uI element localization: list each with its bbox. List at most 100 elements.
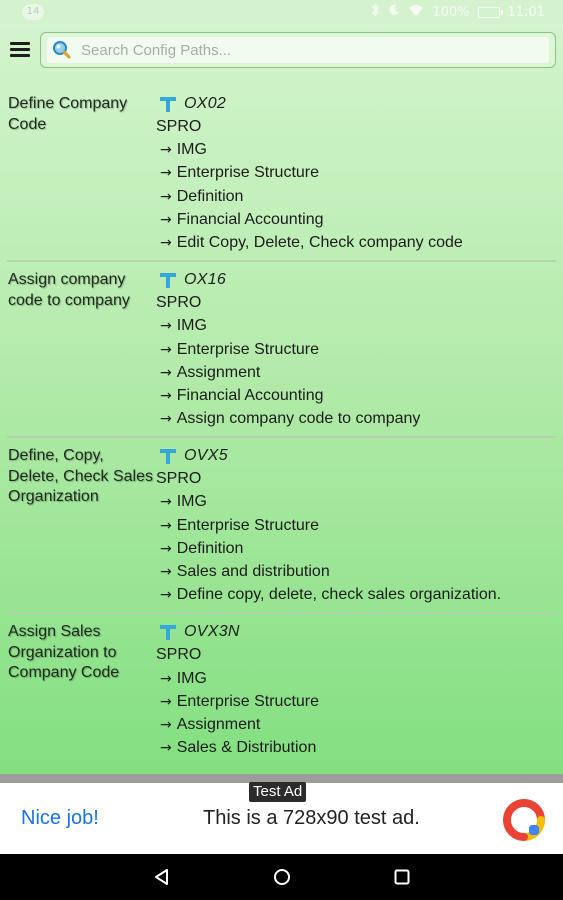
- config-entry[interactable]: Define, Copy, Delete, Check Sales Organi…: [0, 444, 563, 606]
- path-step-label: Enterprise Structure: [176, 164, 320, 182]
- path-step-label: Edit Copy, Delete, Check company code: [176, 233, 463, 251]
- path-step-label: Assignment: [176, 715, 261, 733]
- arrow-right-icon: →: [160, 234, 172, 251]
- search-bar: [40, 32, 556, 68]
- path-step-label: Definition: [176, 539, 244, 557]
- entry-title: Define Company Code: [8, 95, 128, 133]
- arrow-right-icon: →: [160, 740, 172, 757]
- bluetooth-icon: [370, 3, 380, 21]
- arrow-right-icon: →: [160, 188, 172, 205]
- path-step-label: Enterprise Structure: [176, 692, 320, 710]
- path-root: SPRO: [156, 118, 202, 135]
- transaction-code[interactable]: OX16: [184, 271, 226, 289]
- arrow-right-icon: →: [160, 411, 172, 428]
- path-step-label: IMG: [176, 669, 207, 687]
- arrow-right-icon: →: [160, 540, 172, 557]
- menu-icon[interactable]: [10, 42, 30, 58]
- path-step: → IMG: [156, 138, 563, 161]
- battery-percent: 100%: [432, 4, 470, 20]
- path-step-label: Financial Accounting: [176, 386, 324, 404]
- entry-title: Define, Copy, Delete, Check Sales Organi…: [8, 447, 153, 506]
- entry-divider: [7, 436, 556, 439]
- path-step: → Financial Accounting: [156, 384, 563, 407]
- search-icon: [49, 38, 73, 62]
- status-bar: 14 100% 11:01: [0, 0, 563, 24]
- config-entry[interactable]: Assign Sales Organization to Company Cod…: [0, 620, 563, 759]
- tcode-icon: [160, 96, 176, 112]
- ad-body-text[interactable]: This is a 728x90 test ad.: [203, 807, 420, 830]
- path-step: → Assignment: [156, 713, 563, 736]
- arrow-right-icon: →: [160, 587, 172, 604]
- config-entry[interactable]: Assign company code to company OX16 SPRO → I…: [0, 268, 563, 430]
- entry-detail: OVX5 SPRO → IMG → Enterprise Structure → Defini…: [156, 444, 563, 606]
- entry-title: Assign Sales Organization to Company Cod…: [8, 623, 120, 682]
- ad-banner[interactable]: Test Ad Nice job! This is a 728x90 test …: [0, 774, 563, 854]
- entry-detail: OVX3N SPRO → IMG → Enterprise Structure → Assig…: [156, 620, 563, 759]
- path-step-label: Enterprise Structure: [176, 516, 320, 534]
- entry-detail: OX16 SPRO → IMG → Enterprise Structure → Assign…: [156, 268, 563, 430]
- moon-icon: [388, 4, 400, 20]
- arrow-right-icon: →: [160, 494, 172, 511]
- config-entry[interactable]: Define Company Code OX02 SPRO → IMG → Enterpri…: [0, 92, 563, 254]
- path-step: → Sales & Distribution: [156, 736, 563, 759]
- ad-label: Test Ad: [249, 782, 307, 802]
- search-input[interactable]: [73, 41, 549, 59]
- path-step: → Enterprise Structure: [156, 161, 563, 184]
- path-step-label: Assign company code to company: [176, 410, 421, 428]
- path-step: → Definition: [156, 537, 563, 560]
- ad-logo-icon[interactable]: [503, 799, 545, 841]
- path-step: → Enterprise Structure: [156, 514, 563, 537]
- wifi-icon: [408, 4, 424, 20]
- path-step: → Assignment: [156, 361, 563, 384]
- path-step: → Enterprise Structure: [156, 690, 563, 713]
- path-step-label: IMG: [176, 317, 207, 335]
- clock: 11:01: [507, 4, 545, 20]
- entry-divider: [7, 612, 556, 615]
- path-step: → IMG: [156, 490, 563, 513]
- arrow-right-icon: →: [160, 364, 172, 381]
- system-nav-bar: [0, 854, 563, 900]
- path-step: → Assign company code to company: [156, 407, 563, 430]
- arrow-right-icon: →: [160, 387, 172, 404]
- arrow-right-icon: →: [160, 341, 172, 358]
- transaction-code[interactable]: OX02: [184, 95, 226, 113]
- path-step-label: IMG: [176, 493, 207, 511]
- arrow-right-icon: →: [160, 165, 172, 182]
- battery-icon: [477, 6, 503, 18]
- app-content: Define Company CodeOX02SPRO→IMG→Enterpri…: [0, 24, 563, 774]
- path-step-label: Define copy, delete, check sales organiz…: [176, 586, 502, 604]
- recents-icon[interactable]: [392, 867, 412, 887]
- transaction-code[interactable]: OVX3N: [184, 623, 240, 641]
- home-icon[interactable]: [272, 867, 292, 887]
- arrow-right-icon: →: [160, 564, 172, 580]
- arrow-right-icon: →: [160, 211, 172, 228]
- arrow-right-icon: →: [160, 142, 172, 159]
- path-root: SPRO: [156, 470, 202, 488]
- path-step-label: Definition: [176, 187, 244, 205]
- arrow-right-icon: →: [160, 318, 172, 335]
- path-step-label: Assignment: [176, 363, 261, 381]
- path-step: → Financial Accounting: [156, 208, 563, 231]
- notification-badge: 14: [22, 4, 44, 20]
- tcode-row: OX02: [156, 92, 563, 115]
- arrow-right-icon: →: [160, 693, 172, 710]
- path-root: SPRO: [156, 646, 202, 664]
- path-step-label: Sales and distribution: [176, 563, 330, 580]
- back-icon[interactable]: [152, 867, 172, 887]
- path-step: → Edit Copy, Delete, Check company code: [156, 231, 563, 254]
- path-step: → Definition: [156, 185, 563, 208]
- entry-title: Assign company code to company: [8, 271, 130, 309]
- tcode-icon: [160, 448, 176, 464]
- transaction-code[interactable]: OVX5: [184, 447, 228, 465]
- tcode-icon: [160, 272, 176, 288]
- path-step: → Sales and distribution: [156, 560, 563, 583]
- path-step: → IMG: [156, 314, 563, 337]
- path-step-label: Financial Accounting: [176, 210, 324, 228]
- path-step-label: Enterprise Structure: [176, 340, 320, 358]
- entry-divider: [7, 260, 556, 263]
- path-step: → Define copy, delete, check sales organi…: [156, 583, 563, 606]
- arrow-right-icon: →: [160, 517, 172, 534]
- path-step-label: IMG: [176, 141, 207, 159]
- ad-headline[interactable]: Nice job!: [21, 807, 99, 830]
- path-root: SPRO: [156, 294, 202, 312]
